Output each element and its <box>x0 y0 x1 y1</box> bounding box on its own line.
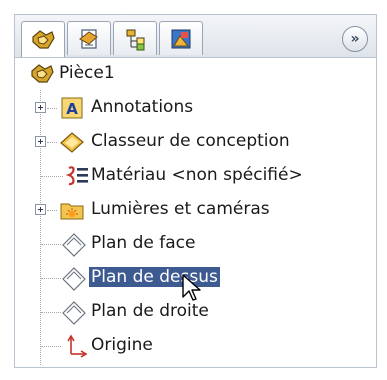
tree-item-label: Lumières et caméras <box>91 199 270 219</box>
tree-connector <box>41 278 61 279</box>
tab-property-manager[interactable] <box>67 21 111 55</box>
tree-item-material[interactable]: Matériau <non spécifié> <box>15 160 376 192</box>
expand-toggle-icon[interactable] <box>35 136 46 147</box>
tree-connector <box>47 142 57 143</box>
expand-toggle-icon[interactable] <box>35 204 46 215</box>
manager-tab-bar: » <box>15 15 376 58</box>
tree-connector <box>47 108 57 109</box>
part-icon <box>31 64 54 83</box>
tree-item-label: Matériau <non spécifié> <box>91 165 303 185</box>
property-manager-icon <box>79 28 98 49</box>
plane-icon <box>62 267 86 291</box>
expand-toggle-icon[interactable] <box>35 102 46 113</box>
display-manager-icon <box>171 29 191 48</box>
feature-manager-icon <box>32 29 55 49</box>
tree-connector <box>41 346 61 347</box>
plane-icon <box>62 233 86 257</box>
tree-item-label: Origine <box>91 335 153 355</box>
feature-tree: Pièce1 A Annotations Classeur de concept… <box>15 58 376 367</box>
tree-item-top-plane[interactable]: Plan de dessus <box>15 262 376 294</box>
origin-icon <box>67 334 88 358</box>
plane-icon <box>62 301 86 325</box>
tree-connector <box>41 176 63 177</box>
tree-connector <box>41 244 61 245</box>
tree-item-annotations[interactable]: A Annotations <box>15 92 376 124</box>
material-icon <box>65 166 88 186</box>
configuration-manager-icon <box>126 29 145 50</box>
annotations-icon: A <box>61 97 83 119</box>
tree-item-label: Annotations <box>91 97 194 117</box>
tree-item-label: Classeur de conception <box>91 131 290 151</box>
tree-item-label: Plan de droite <box>91 301 209 321</box>
tree-item-front-plane[interactable]: Plan de face <box>15 228 376 260</box>
svg-text:A: A <box>66 100 78 118</box>
tree-item-lights-cameras[interactable]: Lumières et caméras <box>15 194 376 226</box>
tree-item-design-binder[interactable]: Classeur de conception <box>15 126 376 158</box>
tree-connector <box>47 210 57 211</box>
expand-button[interactable]: » <box>342 26 368 52</box>
tree-item-label: Plan de face <box>91 233 196 253</box>
tab-display-manager[interactable] <box>159 21 203 55</box>
tree-connector <box>41 312 61 313</box>
expand-label: » <box>350 31 360 47</box>
tab-configuration-manager[interactable] <box>113 21 157 55</box>
lights-cameras-icon <box>60 203 84 220</box>
design-binder-icon <box>60 132 84 153</box>
tree-item-origin[interactable]: Origine <box>15 330 376 362</box>
tree-item-right-plane[interactable]: Plan de droite <box>15 296 376 328</box>
tree-root-label: Pièce1 <box>59 63 115 83</box>
tab-feature-manager[interactable] <box>21 21 65 57</box>
tree-root[interactable]: Pièce1 <box>15 58 376 90</box>
tree-item-label-selected: Plan de dessus <box>89 267 220 287</box>
feature-manager-panel: » Pièce1 A Annotations Classeur de conce… <box>14 14 377 368</box>
